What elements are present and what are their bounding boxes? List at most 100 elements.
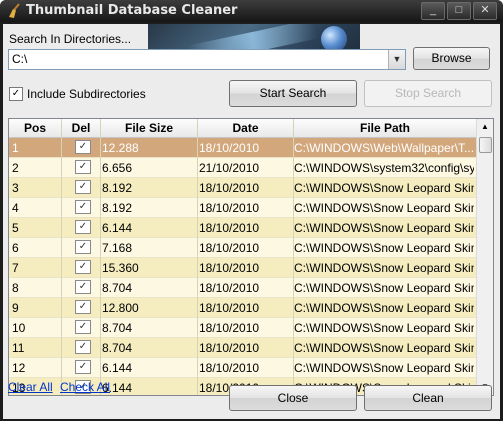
cell-file-size: 8.704 (102, 341, 133, 355)
table-row[interactable]: 6 ✓ 7.168 18/10/2010 C:\WINDOWS\Snow Leopard… (9, 238, 476, 258)
cell-file-path: C:\WINDOWS\Snow Leopard Skin... (294, 261, 474, 275)
scroll-thumb[interactable] (479, 137, 492, 153)
cell-file-path: C:\WINDOWS\Snow Leopard Skin... (294, 241, 474, 255)
cell-pos: 2 (12, 161, 19, 175)
delete-checkbox[interactable]: ✓ (75, 140, 91, 154)
chevron-down-icon[interactable]: ▼ (388, 50, 405, 69)
table-row[interactable]: 2 ✓ 6.656 21/10/2010 C:\WINDOWS\system32\con… (9, 158, 476, 178)
minimize-button[interactable]: _ (421, 2, 445, 20)
cell-date: 18/10/2010 (199, 321, 260, 335)
cell-file-path: C:\WINDOWS\system32\config\sy... (294, 161, 474, 175)
cell-file-size: 8.704 (102, 321, 133, 335)
delete-checkbox[interactable]: ✓ (75, 300, 91, 314)
app-window: Thumbnail Database Cleaner _ □ ✕ Search … (0, 0, 503, 421)
cell-file-size: 6.144 (102, 361, 133, 375)
cell-file-size: 15.360 (102, 261, 139, 275)
cell-pos: 6 (12, 241, 19, 255)
table-row[interactable]: 1 ✓ 12.288 18/10/2010 C:\WINDOWS\Web\Wallpap… (9, 138, 476, 158)
column-file-size[interactable]: File Size (101, 121, 197, 135)
cell-pos: 8 (12, 281, 19, 295)
cell-file-path: C:\WINDOWS\Snow Leopard Skin... (294, 361, 474, 375)
delete-checkbox[interactable]: ✓ (75, 340, 91, 354)
cell-file-size: 6.656 (102, 161, 133, 175)
table-row[interactable]: 4 ✓ 8.192 18/10/2010 C:\WINDOWS\Snow Leopard… (9, 198, 476, 218)
table-row[interactable]: 12 ✓ 6.144 18/10/2010 C:\WINDOWS\Snow Leopar… (9, 358, 476, 378)
cell-file-path: C:\WINDOWS\Snow Leopard Skin... (294, 341, 474, 355)
cell-pos: 9 (12, 301, 19, 315)
delete-checkbox[interactable]: ✓ (75, 280, 91, 294)
clear-all-link[interactable]: Clear All (8, 380, 53, 394)
cell-date: 18/10/2010 (199, 221, 260, 235)
delete-checkbox[interactable]: ✓ (75, 360, 91, 374)
title-bar[interactable]: Thumbnail Database Cleaner _ □ ✕ (0, 0, 503, 22)
cell-date: 18/10/2010 (199, 241, 260, 255)
cell-date: 18/10/2010 (199, 341, 260, 355)
maximize-button[interactable]: □ (447, 2, 471, 20)
clean-button[interactable]: Clean (364, 385, 492, 411)
table-row[interactable]: 8 ✓ 8.704 18/10/2010 C:\WINDOWS\Snow Leopard… (9, 278, 476, 298)
cell-pos: 5 (12, 221, 19, 235)
check-all-link[interactable]: Check All (60, 380, 110, 394)
cell-file-size: 12.800 (102, 301, 139, 315)
cell-pos: 11 (12, 341, 25, 355)
table-row[interactable]: 3 ✓ 8.192 18/10/2010 C:\WINDOWS\Snow Leopard… (9, 178, 476, 198)
cell-pos: 10 (12, 321, 26, 335)
table-row[interactable]: 5 ✓ 6.144 18/10/2010 C:\WINDOWS\Snow Leopard… (9, 218, 476, 238)
grid-rows: 1 ✓ 12.288 18/10/2010 C:\WINDOWS\Web\Wallpap… (9, 138, 476, 395)
cell-date: 18/10/2010 (199, 141, 260, 155)
cell-file-path: C:\WINDOWS\Snow Leopard Skin... (294, 301, 474, 315)
cell-file-path: C:\WINDOWS\Snow Leopard Skin... (294, 221, 474, 235)
cell-pos: 3 (12, 181, 19, 195)
include-subdirectories-checkbox[interactable]: ✓ (9, 87, 23, 101)
directory-combobox[interactable]: C:\ ▼ (8, 49, 406, 70)
window-title: Thumbnail Database Cleaner (26, 3, 238, 18)
column-date[interactable]: Date (198, 121, 293, 135)
scroll-up-icon[interactable]: ▲ (477, 119, 493, 135)
cell-date: 18/10/2010 (199, 181, 260, 195)
grid-header: Pos Del File Size Date File Path (9, 119, 476, 138)
table-row[interactable]: 9 ✓ 12.800 18/10/2010 C:\WINDOWS\Snow Leopar… (9, 298, 476, 318)
cell-date: 21/10/2010 (199, 161, 260, 175)
close-button[interactable]: Close (229, 385, 357, 411)
results-grid: Pos Del File Size Date File Path 1 ✓ 12.28… (8, 118, 494, 396)
table-row[interactable]: 11 ✓ 8.704 18/10/2010 C:\WINDOWS\Snow Leopar… (9, 338, 476, 358)
delete-checkbox[interactable]: ✓ (75, 180, 91, 194)
column-pos[interactable]: Pos (9, 121, 61, 135)
cell-pos: 7 (12, 261, 19, 275)
window-controls: _ □ ✕ (419, 2, 497, 20)
cell-file-size: 12.288 (102, 141, 139, 155)
cell-file-path: C:\WINDOWS\Snow Leopard Skin... (294, 181, 474, 195)
column-file-path[interactable]: File Path (294, 121, 476, 135)
cell-pos: 1 (12, 141, 19, 155)
cell-file-size: 8.704 (102, 281, 133, 295)
cell-file-path: C:\WINDOWS\Snow Leopard Skin... (294, 321, 474, 335)
stop-search-button[interactable]: Stop Search (364, 80, 492, 107)
cell-file-size: 8.192 (102, 181, 133, 195)
search-directories-label: Search In Directories... (9, 32, 132, 46)
cell-pos: 12 (12, 361, 26, 375)
cell-date: 18/10/2010 (199, 281, 260, 295)
client-area: Search In Directories... C:\ ▼ Browse ✓ … (3, 24, 500, 419)
delete-checkbox[interactable]: ✓ (75, 240, 91, 254)
cell-date: 18/10/2010 (199, 301, 260, 315)
include-subdirectories-label: Include Subdirectories (27, 87, 146, 101)
delete-checkbox[interactable]: ✓ (75, 320, 91, 334)
cell-file-size: 6.144 (102, 221, 133, 235)
cell-file-path: C:\WINDOWS\Snow Leopard Skin... (294, 201, 474, 215)
cell-file-size: 6.144 (102, 381, 133, 395)
grid-scrollbar[interactable]: ▲ ▼ (476, 119, 493, 395)
start-search-button[interactable]: Start Search (229, 80, 357, 107)
delete-checkbox[interactable]: ✓ (75, 200, 91, 214)
cell-file-path: C:\WINDOWS\Web\Wallpaper\T... (294, 141, 474, 155)
close-window-button[interactable]: ✕ (473, 2, 497, 20)
broom-icon (9, 3, 20, 18)
column-del[interactable]: Del (62, 121, 100, 135)
delete-checkbox[interactable]: ✓ (75, 160, 91, 174)
cell-pos: 4 (12, 201, 19, 215)
delete-checkbox[interactable]: ✓ (75, 260, 91, 274)
table-row[interactable]: 10 ✓ 8.704 18/10/2010 C:\WINDOWS\Snow Leopar… (9, 318, 476, 338)
cell-file-size: 7.168 (102, 241, 133, 255)
browse-button[interactable]: Browse (413, 47, 490, 70)
delete-checkbox[interactable]: ✓ (75, 220, 91, 234)
table-row[interactable]: 7 ✓ 15.360 18/10/2010 C:\WINDOWS\Snow Leopar… (9, 258, 476, 278)
